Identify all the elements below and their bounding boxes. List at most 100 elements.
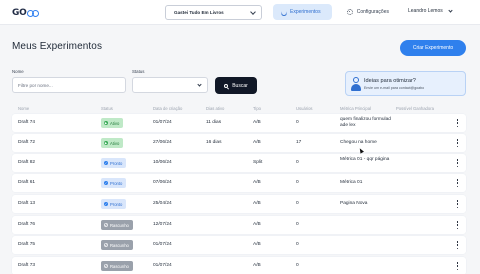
user-menu[interactable]: Leandro Lemos	[408, 7, 453, 14]
draft-icon: ✎	[104, 264, 108, 268]
row-created: 12/07/24	[153, 222, 172, 227]
table-row[interactable]: Draft 82 ✓ Pronto 10/06/24 Split 0 Métric…	[12, 154, 466, 172]
row-days-active: 16 dias	[206, 140, 222, 145]
status-badge-label: Rascunho	[110, 222, 129, 228]
name-filter-input[interactable]	[12, 77, 126, 93]
row-created: 27/06/24	[153, 140, 172, 145]
row-main-metric: Métrica 01 - qqr página	[340, 157, 390, 162]
table-row[interactable]: Draft 76 ✎ Rascunho 12/07/24 A/B 0	[12, 216, 466, 234]
project-select-value: Gastei Tudo Em Livros	[174, 10, 224, 15]
column-header-main-metric: Métrica Principal	[340, 106, 371, 111]
person-lightbulb-icon	[351, 77, 361, 91]
row-created: 01/07/24	[153, 120, 172, 125]
column-header-possible-winner: Possível Ganhadora	[396, 106, 434, 111]
row-type: Split	[253, 160, 263, 165]
column-header-days-active: Dias ativo	[206, 106, 225, 111]
chevron-down-icon	[197, 81, 202, 87]
status-badge-label: Ativo	[110, 140, 120, 146]
gear-icon	[347, 9, 353, 15]
table-row[interactable]: Draft 74 ▶ Ativo 01/07/24 11 dias A/B 0 q…	[12, 114, 466, 132]
status-badge-label: Pronto	[110, 180, 123, 186]
row-name: Draft 13	[18, 201, 36, 206]
row-type: A/B	[253, 242, 261, 247]
table-row[interactable]: Draft 75 ✎ Rascunho 01/07/24 A/B 0	[12, 236, 466, 254]
row-main-metric: Chegou na home	[340, 140, 377, 145]
kebab-menu-icon[interactable]	[456, 139, 459, 147]
status-badge-label: Ativo	[110, 120, 120, 126]
row-users: 0	[296, 201, 299, 206]
row-created: 01/07/24	[153, 263, 172, 268]
status-badge-label: Rascunho	[110, 263, 129, 269]
row-users: 0	[296, 242, 299, 247]
status-filter-select[interactable]	[132, 77, 208, 93]
check-icon: ✓	[104, 202, 108, 206]
brand-logo[interactable]: GO	[12, 8, 41, 18]
search-button-label: Buscar	[232, 82, 248, 89]
kebab-menu-icon[interactable]	[456, 179, 459, 187]
status-badge: ✎ Rascunho	[101, 261, 133, 271]
row-type: A/B	[253, 140, 261, 145]
row-users: 0	[296, 120, 299, 125]
flask-icon	[280, 9, 286, 15]
column-header-type: Tipo	[253, 106, 261, 111]
search-icon	[224, 83, 229, 88]
page-title: Meus Experimentos	[12, 41, 103, 52]
row-name: Draft 74	[18, 120, 36, 125]
table-row[interactable]: Draft 13 ✓ Pronto 25/04/24 A/B 0 Pagina N…	[12, 195, 466, 213]
status-badge: ✓ Pronto	[101, 158, 127, 168]
column-header-users: Usuários	[296, 106, 313, 111]
user-name: Leandro Lemos	[408, 8, 443, 14]
row-main-metric: quem finalizou formulad ade lex	[340, 117, 391, 128]
row-users: 17	[296, 140, 302, 145]
ideas-subtitle: Envie um e-mail para contact@goabo	[364, 86, 425, 90]
check-icon: ✓	[104, 181, 108, 185]
draft-icon: ✎	[104, 243, 108, 247]
project-select[interactable]: Gastei Tudo Em Livros	[165, 5, 262, 20]
name-filter-label: Nome	[12, 69, 24, 74]
status-badge: ▶ Ativo	[101, 118, 124, 128]
row-type: A/B	[253, 222, 261, 227]
column-header-created: Data de criação	[153, 106, 183, 111]
nav-experiments[interactable]: Experimentos	[273, 4, 332, 20]
search-button[interactable]: Buscar	[215, 77, 257, 94]
kebab-menu-icon[interactable]	[456, 262, 459, 270]
status-badge-label: Pronto	[110, 201, 123, 207]
top-bar: GO Gastei Tudo Em Livros Experimentos Co…	[0, 0, 480, 25]
row-created: 10/06/24	[153, 160, 172, 165]
row-type: A/B	[253, 180, 261, 185]
status-filter-label: Status	[132, 69, 145, 74]
kebab-menu-icon[interactable]	[456, 221, 459, 229]
status-badge: ✎ Rascunho	[101, 220, 133, 230]
row-type: A/B	[253, 263, 261, 268]
draft-icon: ✎	[104, 223, 108, 227]
table-row[interactable]: Draft 73 ✎ Rascunho 01/07/24 A/B 0	[12, 257, 466, 274]
table-row[interactable]: Draft 72 ▶ Ativo 27/06/24 16 dias A/B 17 …	[12, 134, 466, 152]
row-users: 0	[296, 263, 299, 268]
column-header-status: Status	[101, 106, 113, 111]
play-icon: ▶	[104, 121, 108, 125]
kebab-menu-icon[interactable]	[456, 159, 459, 167]
row-users: 0	[296, 180, 299, 185]
create-experiment-button[interactable]: Criar Experimento	[400, 40, 466, 56]
table-row[interactable]: Draft 61 ✓ Pronto 07/06/24 A/B 0 Métrica …	[12, 174, 466, 192]
status-badge-label: Pronto	[110, 160, 123, 166]
row-days-active: 11 dias	[206, 120, 222, 125]
row-name: Draft 76	[18, 222, 36, 227]
row-name: Draft 75	[18, 242, 36, 247]
chevron-down-icon	[250, 8, 256, 15]
kebab-menu-icon[interactable]	[456, 241, 459, 249]
nav-settings[interactable]: Configurações	[340, 4, 396, 20]
row-main-metric: Métrica 01	[340, 180, 363, 185]
ideas-title: Ideias para otimizar?	[364, 78, 416, 84]
nav-settings-label: Configurações	[356, 9, 389, 15]
kebab-menu-icon[interactable]	[456, 119, 459, 127]
check-icon: ✓	[104, 161, 108, 165]
column-header-name: Nome	[18, 106, 30, 111]
row-type: A/B	[253, 120, 261, 125]
row-created: 07/06/24	[153, 180, 172, 185]
row-main-metric: Pagina Nova	[340, 201, 368, 206]
row-users: 0	[296, 222, 299, 227]
ideas-card[interactable]: Ideias para otimizar? Envie um e-mail pa…	[345, 71, 466, 96]
row-created: 25/04/24	[153, 201, 172, 206]
kebab-menu-icon[interactable]	[456, 200, 459, 208]
